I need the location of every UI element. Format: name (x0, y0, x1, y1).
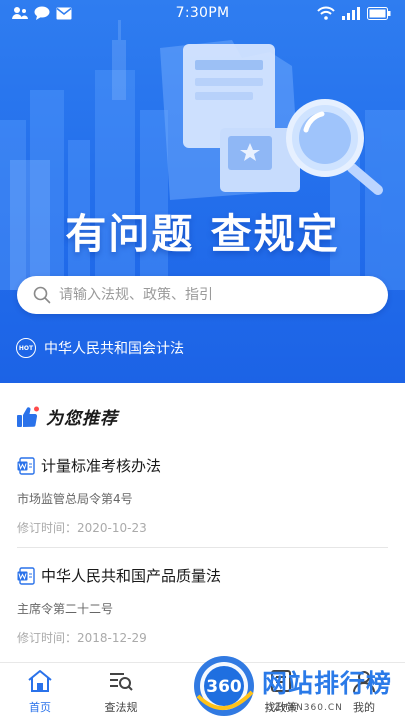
item-title-row: 中华人民共和国产品质量法 (17, 565, 387, 586)
search-input[interactable] (59, 287, 359, 303)
item-title-row: 计量标准考核办法 (17, 455, 387, 476)
watermark-brand: 网站排行榜 (262, 669, 393, 698)
list-item[interactable]: 中华人民共和国产品质量法 主席令第二十二号 修订时间：2018-12-29 (17, 565, 387, 646)
home-icon (28, 670, 52, 692)
hot-topic[interactable]: HOT 中华人民共和国会计法 (16, 338, 184, 358)
battery-icon (367, 6, 391, 20)
hero-illustration (0, 20, 405, 290)
list-item[interactable]: 计量标准考核办法 市场监管总局令第4号 修订时间：2020-10-23 (17, 455, 387, 536)
item-title: 计量标准考核办法 (41, 457, 162, 475)
recommend-title: 为您推荐 (46, 409, 118, 429)
search-bar[interactable] (17, 276, 388, 314)
tab-home-label: 首页 (29, 701, 51, 714)
thumbs-up-icon (17, 406, 39, 427)
item-issuer: 主席令第二十二号 (17, 602, 114, 616)
hero-banner: 7:30PM 有问题 查规定 HOT 中华人民共和国会计法 (0, 0, 405, 383)
tab-laws-label: 查法规 (104, 701, 138, 714)
wifi-icon (317, 6, 335, 20)
item-revised-date: 修订时间：2020-10-23 (17, 521, 147, 535)
recommend-header: 为您推荐 (16, 404, 118, 429)
word-doc-icon (17, 456, 35, 475)
hero-title: 有问题 查规定 (65, 210, 340, 258)
tab-home[interactable]: 首页 (10, 669, 70, 715)
item-title: 中华人民共和国产品质量法 (41, 567, 222, 585)
item-issuer: 市场监管总局令第4号 (17, 492, 133, 506)
search-icon (33, 286, 51, 304)
watermark-url: GZHAN360.CN (266, 703, 343, 713)
divider (17, 547, 388, 548)
list-search-icon (110, 673, 133, 691)
item-revised-date: 修订时间：2018-12-29 (17, 631, 147, 645)
status-right-icons (317, 6, 391, 20)
hot-badge-icon: HOT (16, 338, 36, 358)
word-doc-icon (17, 566, 35, 585)
status-bar: 7:30PM (0, 0, 405, 28)
tab-laws[interactable]: 查法规 (91, 669, 151, 715)
hot-topic-link[interactable]: 中华人民共和国会计法 (44, 338, 184, 358)
signal-icon (342, 6, 360, 20)
watermark-badge: 360 (206, 677, 242, 697)
